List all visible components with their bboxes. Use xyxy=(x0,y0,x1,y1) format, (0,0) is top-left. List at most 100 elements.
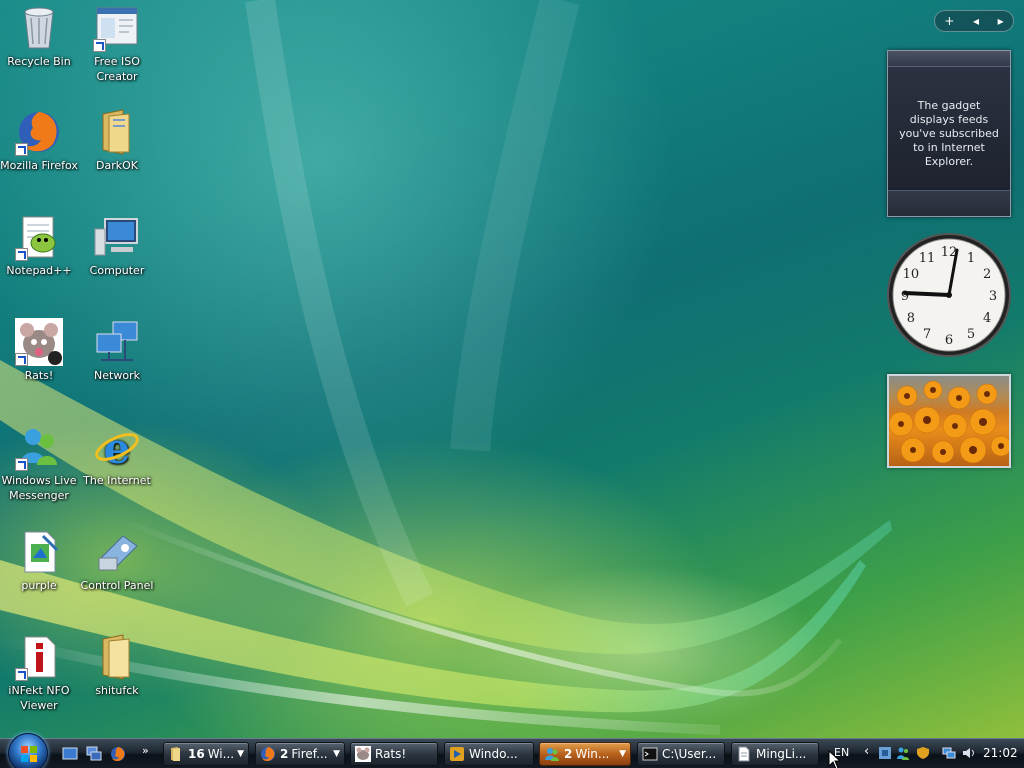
desktop-icon-label: Control Panel xyxy=(80,579,154,592)
recycle-bin-icon xyxy=(15,4,63,52)
clock-numeral: 3 xyxy=(989,289,997,304)
task-label: Wi... xyxy=(207,747,235,761)
task-label: Win... xyxy=(575,747,610,761)
desktop-icon-label: DarkOK xyxy=(96,159,138,172)
firefox-icon xyxy=(15,108,63,156)
task-label: Windo... xyxy=(469,747,518,761)
clock-numeral: 7 xyxy=(923,327,931,342)
clock-numeral: 8 xyxy=(907,311,915,326)
taskbar-button-firefox-group[interactable]: 2 Firef... ▼ xyxy=(255,742,345,766)
task-label: MingLi... xyxy=(756,747,807,761)
desktop-icon-recycle-bin[interactable]: Recycle Bin xyxy=(0,4,78,69)
volume-icon[interactable] xyxy=(962,746,976,760)
dropdown-arrow-icon: ▼ xyxy=(333,749,340,759)
messenger-tray-icon[interactable] xyxy=(896,746,910,760)
messenger-icon xyxy=(15,423,63,471)
desktop-icon-shitufck[interactable]: shitufck xyxy=(78,633,156,698)
desktop-icon-label: purple xyxy=(21,579,57,592)
shortcut-arrow-icon xyxy=(15,458,28,471)
computer-icon xyxy=(93,213,141,261)
desktop-icon-label: Rats! xyxy=(24,369,54,382)
network-icon xyxy=(93,318,141,366)
document-icon xyxy=(15,528,63,576)
shortcut-arrow-icon xyxy=(15,668,28,681)
desktop-icon-rats[interactable]: Rats! xyxy=(0,318,78,383)
media-player-icon xyxy=(450,747,464,761)
start-button[interactable] xyxy=(8,733,48,768)
desktop-icon-control-panel[interactable]: Control Panel xyxy=(78,528,156,593)
shortcut-arrow-icon xyxy=(93,39,106,52)
desktop-icon-infekt-nfo-viewer[interactable]: iNFekt NFO Viewer xyxy=(0,633,78,713)
notification-area: EN ‹ 21:02 xyxy=(826,739,1024,768)
rats-icon xyxy=(15,318,63,366)
folder-icon xyxy=(93,633,141,681)
group-count: 2 xyxy=(280,747,289,761)
group-count: 16 xyxy=(188,747,205,761)
shortcut-arrow-icon xyxy=(15,353,28,366)
folder-icon xyxy=(171,747,180,761)
taskbar-button-windows-media-player[interactable]: Windo... xyxy=(444,742,534,766)
desktop-icon-label: Free ISO Creator xyxy=(94,55,140,83)
clock-numeral: 5 xyxy=(967,327,975,342)
desktop-icon-purple[interactable]: purple xyxy=(0,528,78,593)
taskbar-button-messenger-group[interactable]: 2 Win... ▼ xyxy=(539,742,631,766)
tray-app-icon[interactable] xyxy=(878,746,892,760)
firefox-icon xyxy=(261,747,275,761)
shortcut-arrow-icon xyxy=(15,143,28,156)
previous-page-button[interactable]: ◂ xyxy=(973,14,979,28)
desktop-icon-mozilla-firefox[interactable]: Mozilla Firefox xyxy=(0,108,78,173)
windows-flag-icon xyxy=(21,746,37,762)
desktop-icon-computer[interactable]: Computer xyxy=(78,213,156,278)
slideshow-gadget[interactable] xyxy=(887,374,1011,468)
taskbar-button-rats[interactable]: Rats! xyxy=(350,742,438,766)
desktop-icon-label: Windows Live Messenger xyxy=(1,474,77,502)
desktop-icon-darkok[interactable]: DarkOK xyxy=(78,108,156,173)
task-label: Firef... xyxy=(291,747,328,761)
messenger-icon xyxy=(545,748,559,761)
nfo-viewer-icon xyxy=(15,633,63,681)
sidebar-controls: + ◂ ▸ xyxy=(934,10,1014,32)
taskbar-button-windows-explorer-group[interactable]: 16 Wi... ▼ xyxy=(163,742,249,766)
desktop-icon-the-internet[interactable]: e The Internet xyxy=(78,423,156,488)
desktop-icon-label: The Internet xyxy=(83,474,151,487)
network-tray-icon[interactable] xyxy=(942,746,956,760)
desktop-icon-windows-live-messenger[interactable]: Windows Live Messenger xyxy=(0,423,78,503)
flower-photo xyxy=(889,380,1009,464)
desktop-icon-free-iso-creator[interactable]: Free ISO Creator xyxy=(78,4,156,84)
next-page-button[interactable]: ▸ xyxy=(998,14,1004,28)
feed-gadget-message: The gadget displays feeds you've subscri… xyxy=(899,99,999,168)
feed-headlines-gadget[interactable]: The gadget displays feeds you've subscri… xyxy=(887,50,1011,217)
clock-numeral: 2 xyxy=(983,267,991,282)
dropdown-arrow-icon: ▼ xyxy=(619,749,626,759)
clock-numeral: 11 xyxy=(919,251,936,266)
add-gadget-button[interactable]: + xyxy=(944,14,954,28)
clock-numeral: 4 xyxy=(983,311,991,326)
system-clock[interactable]: 21:02 xyxy=(983,746,1018,760)
clock-numeral: 6 xyxy=(945,333,953,348)
desktop-icon-label: Recycle Bin xyxy=(7,55,71,68)
console-icon xyxy=(642,747,658,761)
document-icon xyxy=(738,746,750,762)
quicklaunch-overflow-button[interactable]: » xyxy=(142,744,149,757)
taskbar: » 16 Wi... ▼ 2 Firef... ▼ Rats! Windo...… xyxy=(0,733,1024,768)
desktop-icon-network[interactable]: Network xyxy=(78,318,156,383)
desktop-icon-label: Computer xyxy=(89,264,145,277)
desktop-icon-label: iNFekt NFO Viewer xyxy=(8,684,70,712)
show-desktop-icon[interactable] xyxy=(62,746,78,762)
iso-creator-icon xyxy=(93,4,141,52)
security-tray-icon[interactable] xyxy=(916,746,930,760)
clock-numeral: 10 xyxy=(903,267,920,282)
task-label: Rats! xyxy=(375,747,407,761)
internet-explorer-icon: e xyxy=(93,423,141,473)
svg-text:e: e xyxy=(104,424,131,471)
switch-windows-icon[interactable] xyxy=(86,746,102,762)
desktop-icon-label: Notepad++ xyxy=(6,264,72,277)
rats-icon xyxy=(355,746,371,762)
taskbar-button-command-prompt[interactable]: C:\User... xyxy=(637,742,725,766)
show-hidden-icons-button[interactable]: ‹ xyxy=(864,744,878,759)
clock-gadget[interactable]: 12 1234567891011 xyxy=(886,232,1012,358)
taskbar-button-mingli[interactable]: MingLi... xyxy=(731,742,819,766)
firefox-quicklaunch-icon[interactable] xyxy=(110,746,126,762)
notepadpp-icon xyxy=(15,213,63,261)
desktop-icon-notepadpp[interactable]: Notepad++ xyxy=(0,213,78,278)
